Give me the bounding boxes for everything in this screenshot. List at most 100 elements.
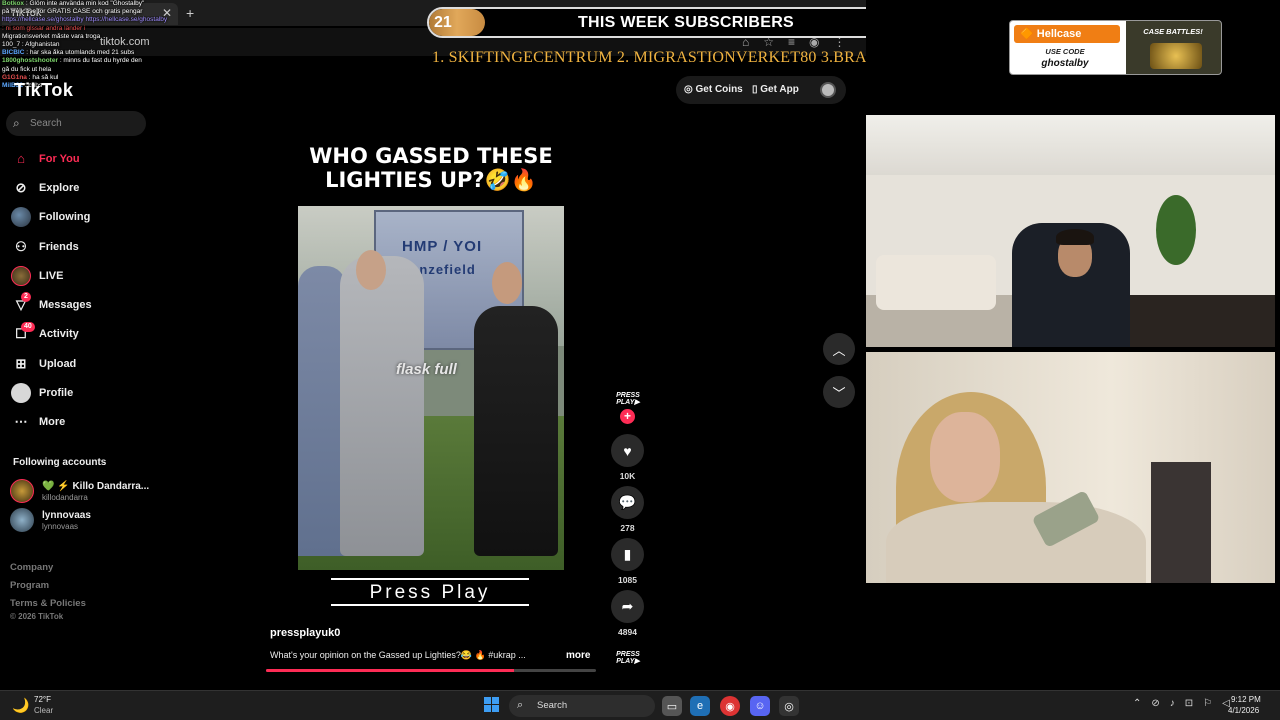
comment-button[interactable]: 💬: [611, 486, 644, 519]
webcam-body: [886, 502, 1146, 583]
music-disc-icon[interactable]: PRESS PLAY▶: [614, 651, 642, 665]
following-account-item[interactable]: lynnovaas lynnovaas: [10, 508, 160, 534]
chat-text: på Hellcase för GRATIS CASE och gratis p…: [2, 8, 143, 16]
sidebar-item-messages[interactable]: ▽ Messages 2: [0, 290, 160, 319]
more-link[interactable]: more: [566, 650, 590, 661]
chat-message: https://hellcase.se/ghostalby https://he…: [2, 16, 202, 24]
account-handle: lynnovaas: [42, 522, 79, 531]
notification-badge: 40: [21, 321, 35, 332]
get-app-button[interactable]: ▯ Get App: [752, 84, 799, 95]
chat-message: BICBIC : har ska åka utomlands med 21 su…: [2, 49, 202, 57]
search-box[interactable]: ⌕: [6, 111, 146, 136]
get-coins-button[interactable]: ◎ Get Coins: [684, 84, 743, 95]
moon-icon[interactable]: 🌙: [12, 697, 29, 714]
windows-logo-icon: [484, 697, 491, 704]
sidebar-item-following[interactable]: Following: [0, 203, 160, 232]
windows-logo-tile: [492, 705, 499, 712]
sidebar-item-friends[interactable]: ⚇ Friends: [0, 232, 160, 261]
video-banner: Press Play: [331, 578, 529, 606]
search-input[interactable]: [30, 115, 140, 131]
clock-time[interactable]: 9:12 PM: [1231, 695, 1261, 704]
chat-text: 100_7 : Afghanistan: [2, 41, 60, 49]
bookmark-icon: ▮: [623, 546, 632, 562]
sidebar-item-label: Upload: [39, 357, 77, 370]
home-icon: ⌂: [17, 151, 25, 167]
video-player[interactable]: HMP / YOI Bronzefield flask full: [298, 206, 564, 570]
chat-message: 100_7 : Afghanistan: [2, 41, 202, 49]
weather-condition[interactable]: Clear: [34, 706, 53, 715]
like-button[interactable]: ♥: [611, 434, 644, 467]
sidebar-item-label: More: [39, 416, 66, 429]
footer-link-company[interactable]: Company: [10, 559, 86, 577]
chat-text: Migrationsverket måste vara troga: [2, 32, 101, 40]
sidebar-item-live[interactable]: LIVE: [0, 261, 160, 290]
save-button[interactable]: ▮: [611, 538, 644, 571]
footer-link-terms[interactable]: Terms & Policies: [10, 595, 86, 613]
share-icon: ➦: [621, 598, 634, 614]
header-actions: ◎ Get Coins ▯ Get App: [676, 76, 846, 104]
footer-link-program[interactable]: Program: [10, 577, 86, 595]
discord-icon[interactable]: ☺: [750, 696, 770, 716]
friends-icon: ⚇: [15, 238, 27, 254]
chevron-up-icon: ︿: [832, 342, 846, 358]
account-name: lynnovaas: [42, 510, 91, 521]
edge-icon[interactable]: e: [690, 696, 710, 716]
sign-text-line1: HMP / YOI: [402, 238, 483, 255]
sidebar-item-activity[interactable]: ☐ Activity 40: [0, 320, 160, 349]
video-description: What's your opinion on the Gassed up Lig…: [270, 650, 526, 660]
windows-taskbar: 🌙 72°F Clear ⌕ Search ▭ e ◉ ☺ ◎ ⌃⊘♪⊡⚐◁ 9…: [0, 690, 1280, 720]
following-accounts-title: Following accounts: [13, 457, 107, 468]
comment-icon: 💬: [618, 494, 637, 510]
chat-text: : har ska åka utomlands med 21 subs: [26, 49, 135, 57]
start-button[interactable]: [484, 697, 500, 713]
sidebar-item-upload[interactable]: ⊞ Upload: [0, 349, 160, 378]
comment-count: 278: [620, 523, 635, 533]
video-progress-bar[interactable]: [266, 669, 596, 672]
follow-plus-button[interactable]: +: [620, 409, 635, 424]
chat-username: BICBIC: [2, 49, 25, 57]
ticker-text: 1. SKIFTINGECENTRUM 2. MIGRASTIONVERKET8…: [432, 49, 909, 66]
sidebar-item-profile[interactable]: Profile: [0, 378, 160, 407]
heart-icon: ♥: [623, 442, 632, 459]
sponsor-logo: 🔶 Hellcase: [1014, 25, 1120, 43]
share-count: 4894: [618, 627, 637, 637]
sponsor-banner: 🔶 Hellcase USE CODE ghostalby CASE BATTL…: [1009, 20, 1222, 75]
clock-date[interactable]: 4/1/2026: [1228, 706, 1259, 715]
sidebar-item-label: Profile: [39, 387, 74, 400]
following-account-item[interactable]: 💚 ⚡ Killo Dandarra... killodandarra: [10, 479, 160, 505]
video-author[interactable]: pressplayuk0: [270, 627, 340, 639]
next-video-button[interactable]: ﹀: [823, 376, 855, 408]
account-avatar: [10, 479, 34, 503]
taskbar-search[interactable]: ⌕ Search: [509, 695, 655, 717]
video-person: [474, 306, 558, 556]
webcam-desk: [1126, 295, 1275, 347]
chat-username: 1800ghostshooter: [2, 57, 58, 65]
system-tray[interactable]: ⌃⊘♪⊡⚐◁: [1133, 698, 1240, 709]
chrome-icon[interactable]: ◉: [720, 696, 740, 716]
sidebar-item-label: Friends: [39, 240, 79, 253]
video-person: [298, 266, 346, 556]
account-handle: killodandarra: [42, 493, 88, 502]
tiktok-logo[interactable]: TikTok: [14, 80, 73, 101]
get-app-label: Get App: [760, 84, 799, 95]
user-avatar[interactable]: [820, 82, 836, 98]
account-avatar: [10, 508, 34, 532]
video-person-head: [492, 262, 522, 304]
sidebar-item-more[interactable]: ⋯ More: [0, 408, 160, 437]
sidebar-item-explore[interactable]: ⊘ Explore: [0, 173, 160, 202]
video-person: [340, 256, 424, 556]
previous-video-button[interactable]: ︿: [823, 333, 855, 365]
sidebar-item-label: Activity: [39, 328, 79, 341]
sidebar-item-label: Messages: [39, 299, 92, 312]
share-button[interactable]: ➦: [611, 590, 644, 623]
weather-temperature[interactable]: 72°F: [34, 695, 51, 704]
obs-icon[interactable]: ◎: [779, 696, 799, 716]
creator-avatar[interactable]: PRESS PLAY▶: [614, 392, 642, 406]
like-count: 10K: [619, 471, 636, 481]
sidebar-item-for-you[interactable]: ⌂ For You: [0, 144, 160, 173]
footer-links: Company Program Terms & Policies: [10, 559, 86, 613]
chat-message: Botkox : Glöm inte använda min kod "Ghos…: [2, 0, 202, 8]
chat-message: på Hellcase för GRATIS CASE och gratis p…: [2, 8, 202, 16]
file-explorer-icon[interactable]: ▭: [662, 696, 682, 716]
search-icon: ⌕: [13, 116, 20, 130]
